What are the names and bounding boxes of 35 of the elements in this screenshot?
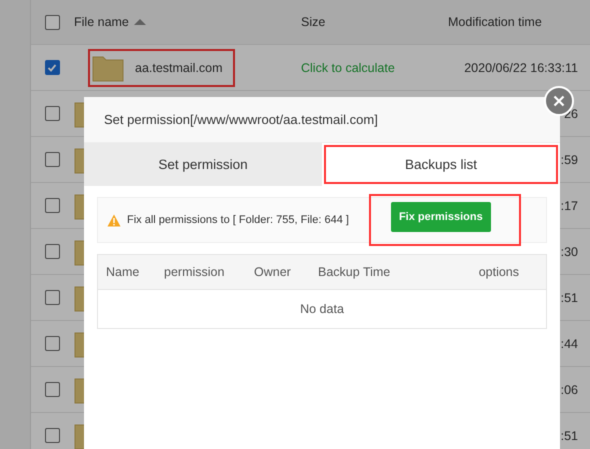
empty-message: No data	[300, 302, 344, 316]
check-icon	[47, 62, 57, 72]
notice-text: Fix all permissions to [ Folder: 755, File: 644 ]	[127, 214, 349, 226]
row-checkbox[interactable]	[44, 428, 60, 443]
column-header: options	[478, 265, 520, 279]
column-header: Backup Time	[317, 265, 392, 279]
column-header: Name	[105, 265, 140, 279]
modification-time: :51	[560, 290, 578, 304]
modification-time: 2020/06/22 16:33:11	[464, 60, 578, 74]
modification-time: :30	[560, 244, 578, 258]
modification-time: :06	[560, 382, 578, 396]
column-header[interactable]: File name	[74, 15, 129, 29]
column-header: permission	[163, 265, 226, 279]
row-checkbox[interactable]	[44, 290, 60, 305]
column-header[interactable]: Modification time	[448, 15, 542, 29]
tab[interactable]: Backups list	[322, 143, 560, 186]
select-all-checkbox[interactable]	[44, 14, 60, 30]
row-checkbox[interactable]	[44, 60, 60, 75]
modification-time: :51	[560, 428, 578, 442]
row-checkbox[interactable]	[44, 152, 60, 167]
tab[interactable]: Set permission	[84, 143, 322, 186]
row-checkbox[interactable]	[44, 198, 60, 213]
column-header: Owner	[253, 265, 292, 279]
modification-time: :59	[560, 152, 578, 166]
folder-icon	[92, 54, 124, 82]
modification-time: :17	[560, 198, 578, 212]
row-checkbox[interactable]	[44, 106, 60, 121]
file-name[interactable]: aa.testmail.com	[135, 60, 223, 74]
warning-icon	[107, 214, 121, 226]
row-checkbox[interactable]	[44, 336, 60, 351]
dialog-title: Set permission[/www/wwwroot/aa.testmail.com]	[104, 112, 378, 127]
row-checkbox[interactable]	[44, 382, 60, 397]
row-checkbox[interactable]	[44, 244, 60, 259]
column-header[interactable]: Size	[301, 15, 326, 29]
modification-time: :44	[560, 336, 578, 350]
